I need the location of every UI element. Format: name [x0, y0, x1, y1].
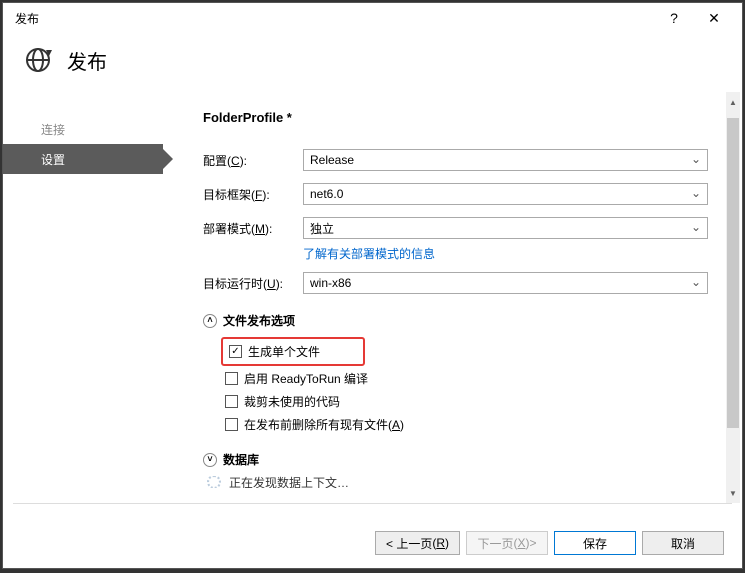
section-title: 文件发布选项 [223, 312, 295, 329]
select-value: net6.0 [310, 187, 343, 201]
dialog-body: 连接 设置 FolderProfile * 配置(C): Release 目标框… [3, 91, 742, 503]
wizard-sidebar: 连接 设置 [3, 92, 163, 503]
highlight-single-file: ✓ 生成单个文件 [221, 337, 365, 366]
prev-button[interactable]: < 上一页(R) [375, 531, 460, 555]
link-deploy-mode-info[interactable]: 了解有关部署模式的信息 [303, 245, 708, 262]
scroll-down-icon[interactable]: ▼ [726, 486, 740, 500]
option-single-file[interactable]: ✓ 生成单个文件 [229, 343, 361, 360]
dialog-footer: < 上一页(R) 下一页(X) > 保存 取消 [3, 518, 742, 568]
row-configuration: 配置(C): Release [203, 149, 708, 171]
checkbox-icon [225, 418, 238, 431]
sidebar-item-connect[interactable]: 连接 [3, 114, 163, 144]
option-delete-existing[interactable]: 在发布前删除所有现有文件(A) [225, 416, 708, 433]
publish-icon [23, 45, 53, 75]
checkbox-icon: ✓ [229, 345, 242, 358]
select-framework[interactable]: net6.0 [303, 183, 708, 205]
label-deploy-mode: 部署模式(M): [203, 220, 303, 237]
select-value: win-x86 [310, 276, 351, 290]
section-file-publish[interactable]: ˄ 文件发布选项 [203, 312, 708, 329]
row-framework: 目标框架(F): net6.0 [203, 183, 708, 205]
titlebar: 发布 ? ✕ [3, 3, 742, 33]
chevron-up-icon: ˄ [203, 314, 217, 328]
sidebar-item-settings[interactable]: 设置 [3, 144, 163, 174]
help-button[interactable]: ? [654, 4, 694, 32]
settings-panel: FolderProfile * 配置(C): Release 目标框架(F): … [163, 92, 742, 503]
sidebar-item-label: 设置 [41, 151, 65, 168]
option-label: 在发布前删除所有现有文件(A) [244, 416, 404, 433]
option-ready-to-run[interactable]: 启用 ReadyToRun 编译 [225, 370, 708, 387]
scroll-up-icon[interactable]: ▲ [726, 95, 740, 109]
label-framework: 目标框架(F): [203, 186, 303, 203]
select-value: Release [310, 153, 354, 167]
scrollbar[interactable]: ▲ ▼ [726, 92, 740, 503]
chevron-down-icon: ˅ [203, 453, 217, 467]
next-button: 下一页(X) > [466, 531, 548, 555]
loading-database: 正在发现数据上下文… [207, 476, 708, 488]
cancel-button[interactable]: 取消 [642, 531, 724, 555]
dialog-title: 发布 [67, 46, 107, 75]
option-label: 启用 ReadyToRun 编译 [244, 370, 368, 387]
sidebar-item-label: 连接 [41, 121, 65, 138]
checkbox-icon [225, 372, 238, 385]
checkbox-icon [225, 395, 238, 408]
window-title: 发布 [15, 10, 654, 27]
section-database[interactable]: ˅ 数据库 [203, 451, 708, 468]
scroll-thumb[interactable] [727, 118, 739, 428]
publish-dialog: 发布 ? ✕ 发布 连接 设置 FolderProfile * [2, 2, 743, 569]
section-title: 数据库 [223, 451, 259, 468]
row-deploy-mode: 部署模式(M): 独立 [203, 217, 708, 239]
select-configuration[interactable]: Release [303, 149, 708, 171]
loading-text: 正在发现数据上下文… [229, 476, 349, 488]
select-value: 独立 [310, 220, 334, 237]
label-configuration: 配置(C): [203, 152, 303, 169]
label-runtime: 目标运行时(U): [203, 275, 303, 292]
close-button[interactable]: ✕ [694, 4, 734, 32]
option-label: 裁剪未使用的代码 [244, 393, 340, 410]
divider [13, 503, 732, 504]
select-deploy-mode[interactable]: 独立 [303, 217, 708, 239]
save-button[interactable]: 保存 [554, 531, 636, 555]
row-runtime: 目标运行时(U): win-x86 [203, 272, 708, 294]
option-label: 生成单个文件 [248, 343, 320, 360]
spinner-icon [207, 476, 221, 488]
dialog-header: 发布 [3, 33, 742, 91]
profile-title: FolderProfile * [203, 110, 708, 125]
select-runtime[interactable]: win-x86 [303, 272, 708, 294]
option-trim[interactable]: 裁剪未使用的代码 [225, 393, 708, 410]
